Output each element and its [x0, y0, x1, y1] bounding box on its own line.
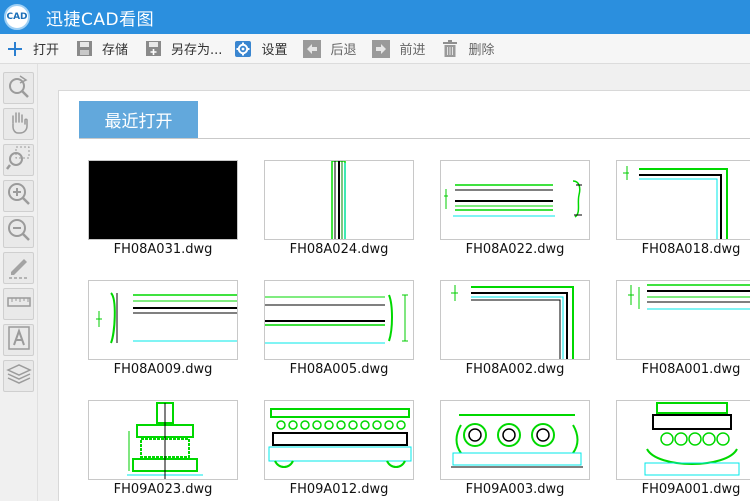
save-as-button[interactable]: 另存为... — [144, 34, 222, 64]
file-name: FH09A023.dwg — [113, 482, 213, 497]
trash-icon — [441, 39, 459, 58]
pan-hand-icon — [6, 109, 32, 139]
file-thumbnail — [88, 400, 238, 480]
file-name: FH08A009.dwg — [113, 362, 213, 377]
file-item[interactable]: FH08A031.dwg — [88, 160, 238, 257]
app-logo-badge: CAD — [4, 4, 30, 30]
delete-label: 删除 — [468, 43, 495, 58]
zoom-in-tool[interactable] — [3, 180, 34, 212]
layers-icon — [5, 361, 32, 391]
title-bar: CAD 迅捷CAD看图 — [0, 0, 750, 34]
save-label: 存储 — [102, 43, 129, 58]
file-item[interactable]: FH08A009.dwg — [88, 280, 238, 377]
app-title: 迅捷CAD看图 — [46, 9, 155, 30]
file-item[interactable]: FH09A003.dwg — [440, 400, 590, 497]
file-thumbnail — [440, 400, 590, 480]
open-button[interactable]: 打开 — [6, 34, 59, 64]
toolbar: 打开 存储 另存为... 设置 后退 前进 删除 — [0, 34, 750, 64]
app-window: CAD 迅捷CAD看图 打开 存储 另存为... 设置 后退 前进 删除 最近打… — [0, 0, 750, 501]
recent-tab[interactable]: 最近打开 — [79, 101, 198, 138]
file-name: FH09A012.dwg — [289, 482, 389, 497]
plus-icon — [6, 40, 24, 58]
text-icon — [6, 325, 32, 355]
file-item[interactable]: FH09A023.dwg — [88, 400, 238, 497]
pencil-tool[interactable] — [3, 252, 34, 284]
file-item[interactable]: FH09A012.dwg — [264, 400, 414, 497]
settings-button[interactable]: 设置 — [234, 34, 287, 64]
save-icon — [75, 40, 93, 58]
file-name: FH09A003.dwg — [465, 482, 565, 497]
file-thumbnail — [616, 160, 750, 240]
file-name: FH08A024.dwg — [289, 242, 389, 257]
measure-ruler-icon — [6, 289, 32, 319]
settings-label: 设置 — [261, 43, 288, 58]
file-name: FH08A005.dwg — [289, 362, 389, 377]
zoom-reset-icon — [6, 73, 32, 103]
forward-button[interactable]: 前进 — [372, 34, 425, 64]
file-thumbnail — [264, 280, 414, 360]
zoom-reset-tool[interactable] — [3, 72, 34, 104]
file-item[interactable]: FH08A001.dwg — [616, 280, 750, 377]
file-item[interactable]: FH08A022.dwg — [440, 160, 590, 257]
zoom-window-icon — [5, 145, 32, 175]
drawing-tools-panel — [0, 64, 38, 501]
file-item[interactable]: FH08A005.dwg — [264, 280, 414, 377]
file-thumbnail — [88, 160, 238, 240]
save-as-label: 另存为... — [171, 43, 223, 58]
pan-tool[interactable] — [3, 108, 34, 140]
pencil-icon — [6, 253, 32, 283]
back-button[interactable]: 后退 — [303, 34, 356, 64]
forward-arrow-icon — [372, 39, 391, 58]
zoom-window-tool[interactable] — [3, 144, 34, 176]
layers-tool[interactable] — [3, 360, 34, 392]
open-label: 打开 — [33, 43, 60, 58]
file-thumbnail — [440, 160, 590, 240]
file-item[interactable]: FH09A001.dwg — [616, 400, 750, 497]
file-thumbnail — [88, 280, 238, 360]
file-thumbnail — [616, 400, 750, 480]
file-name: FH08A001.dwg — [641, 362, 741, 377]
file-thumbnail — [616, 280, 750, 360]
zoom-out-tool[interactable] — [3, 216, 34, 248]
file-name: FH08A002.dwg — [465, 362, 565, 377]
zoom-in-icon — [6, 181, 32, 211]
recent-files-panel: 最近打开 FH08A031.dwg FH08A024.dwg FH08A022.… — [58, 90, 750, 501]
forward-label: 前进 — [399, 43, 426, 58]
zoom-out-icon — [6, 217, 32, 247]
file-name: FH08A031.dwg — [113, 242, 213, 257]
gear-icon — [234, 40, 252, 58]
file-name: FH09A001.dwg — [641, 482, 741, 497]
file-name: FH08A018.dwg — [641, 242, 741, 257]
file-item[interactable]: FH08A024.dwg — [264, 160, 414, 257]
measure-tool[interactable] — [3, 288, 34, 320]
file-thumbnail — [440, 280, 590, 360]
file-name: FH08A022.dwg — [465, 242, 565, 257]
file-item[interactable]: FH08A002.dwg — [440, 280, 590, 377]
back-arrow-icon — [303, 39, 322, 58]
delete-button[interactable]: 删除 — [441, 34, 495, 64]
file-thumbnail — [264, 400, 414, 480]
tab-divider — [79, 138, 750, 139]
file-thumbnail — [264, 160, 414, 240]
save-as-icon — [144, 40, 162, 58]
back-label: 后退 — [330, 43, 357, 58]
text-tool[interactable] — [3, 324, 34, 356]
file-item[interactable]: FH08A018.dwg — [616, 160, 750, 257]
save-button[interactable]: 存储 — [75, 34, 128, 64]
app-logo: CAD — [0, 0, 34, 34]
